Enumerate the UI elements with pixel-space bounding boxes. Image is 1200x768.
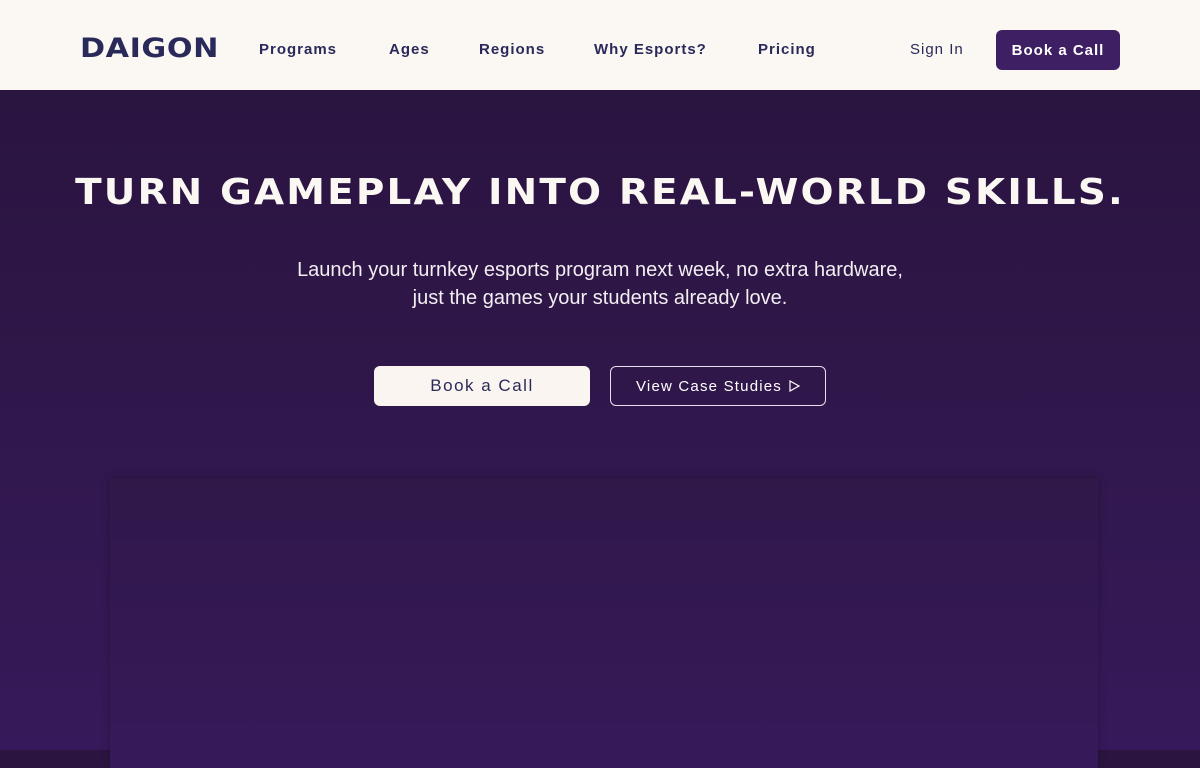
nav-item-programs[interactable]: Programs [259,38,337,62]
view-case-studies-label: View Case Studies [635,377,783,395]
hero-subtitle-line-1: Launch your turnkey esports program next… [297,259,903,281]
nav-item-regions[interactable]: Regions [479,38,545,62]
nav-item-why-esports[interactable]: Why Esports? [594,38,707,62]
play-outline-icon [789,380,801,392]
hero-subtitle-line-2: just the games your students already lov… [412,287,788,309]
nav-item-pricing[interactable]: Pricing [758,38,816,62]
hero-book-call-button[interactable]: Book a Call [374,366,590,406]
hero-media-panel [110,478,1098,768]
hero-headline: TURN GAMEPLAY INTO REAL-WORLD SKILLS. [75,172,1125,213]
top-navbar: DAIGON Programs Ages Regions Why Esports… [0,0,1200,90]
nav-item-ages[interactable]: Ages [389,38,430,62]
brand-logo[interactable]: DAIGON [80,33,219,65]
view-case-studies-button[interactable]: View Case Studies [610,366,826,406]
hero-section: TURN GAMEPLAY INTO REAL-WORLD SKILLS. La… [0,90,1200,768]
sign-in-link[interactable]: Sign In [910,38,964,62]
hero-subtitle: Launch your turnkey esports program next… [0,256,1200,312]
nav-book-call-button[interactable]: Book a Call [996,30,1120,70]
